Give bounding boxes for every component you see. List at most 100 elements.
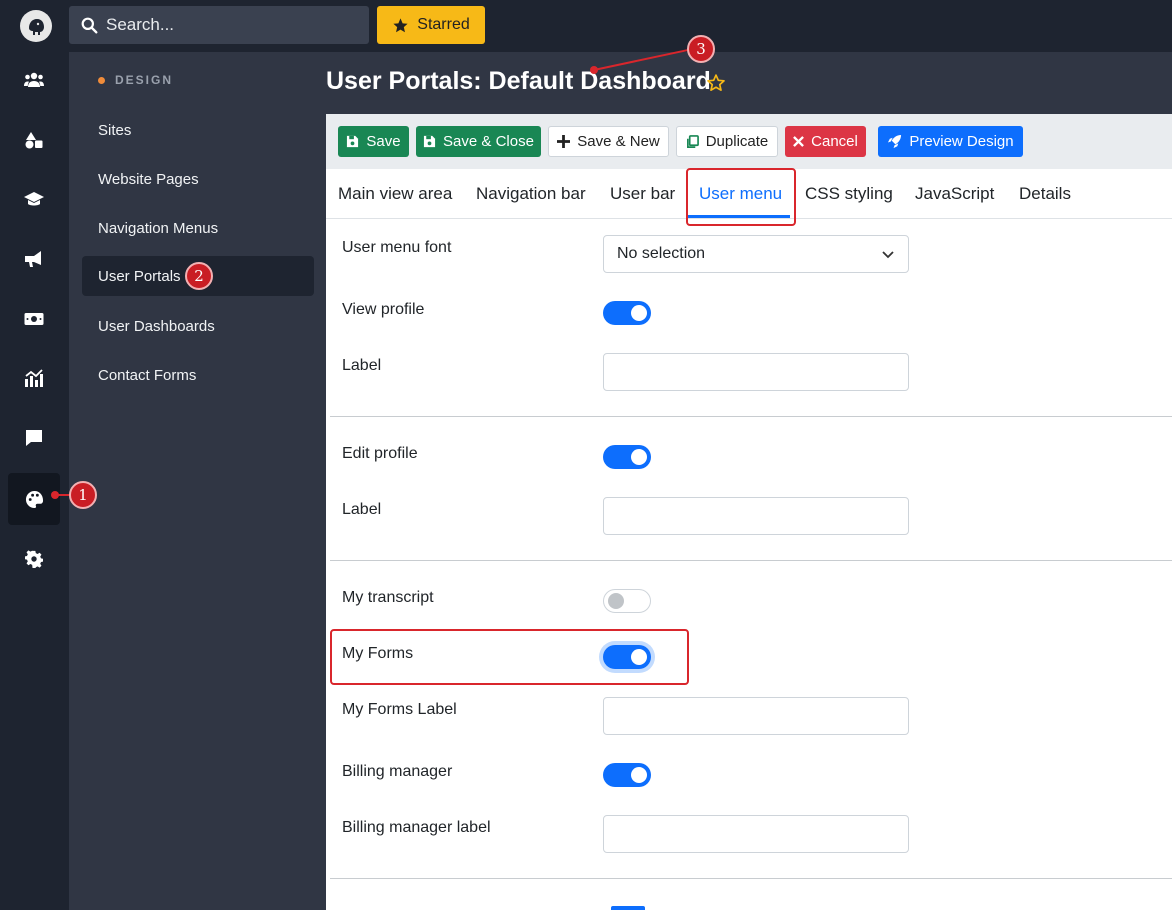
tab-user-bar[interactable]: User bar xyxy=(610,184,675,204)
edit-profile-label-input[interactable] xyxy=(603,497,909,535)
view-profile-toggle[interactable] xyxy=(603,301,651,325)
annotation-box-my-forms xyxy=(330,629,689,685)
search-bar[interactable]: Search... xyxy=(69,6,369,44)
megaphone-icon xyxy=(25,251,41,267)
tab-main-view-area[interactable]: Main view area xyxy=(338,184,452,204)
duplicate-button[interactable]: Duplicate xyxy=(676,126,778,157)
sidebar-item-label: Website Pages xyxy=(98,170,199,188)
sidebar-item-label: Sites xyxy=(98,121,132,139)
billing-manager-label: Billing manager xyxy=(342,763,453,780)
save-close-label: Save & Close xyxy=(443,133,534,150)
favorite-star-button[interactable] xyxy=(706,73,726,98)
floppy-disk-icon xyxy=(347,135,359,148)
plus-icon xyxy=(557,135,571,148)
edit-profile-label-field-label: Label xyxy=(342,501,382,518)
graduation-cap-icon xyxy=(24,192,44,206)
section-divider xyxy=(330,878,1172,879)
billing-manager-label-field-label: Billing manager label xyxy=(342,819,491,836)
section-dot xyxy=(98,76,105,84)
page-header: User Portals: Default Dashboard xyxy=(326,52,1172,114)
sidebar-item-label: Contact Forms xyxy=(98,366,197,384)
annotation-box-user-menu-tab xyxy=(686,168,796,226)
copy-icon xyxy=(686,134,699,148)
billing-manager-label-input[interactable] xyxy=(603,815,909,853)
chevron-down-icon xyxy=(882,251,894,259)
duplicate-label: Duplicate xyxy=(705,133,769,150)
gear-icon xyxy=(25,550,43,568)
section-divider xyxy=(330,416,1172,417)
tab-javascript[interactable]: JavaScript xyxy=(915,184,994,204)
starred-label: Starred xyxy=(417,16,470,33)
palette-icon xyxy=(25,490,43,508)
top-bar: Search... Starred xyxy=(0,0,1172,52)
analytics-chart-icon xyxy=(25,369,43,387)
rail-messages[interactable] xyxy=(8,412,60,464)
money-icon xyxy=(24,313,44,325)
rocket-icon xyxy=(888,134,902,149)
my-transcript-label: My transcript xyxy=(342,589,434,606)
rail-settings[interactable] xyxy=(8,533,60,585)
save-new-button[interactable]: Save & New xyxy=(548,126,669,157)
billing-manager-toggle[interactable] xyxy=(603,763,651,787)
page-title: User Portals: Default Dashboard xyxy=(326,67,711,95)
user-menu-font-select[interactable]: No selection xyxy=(603,235,909,273)
annotation-badge-2: 2 xyxy=(185,262,213,290)
save-label: Save xyxy=(366,133,401,150)
my-forms-label-input[interactable] xyxy=(603,697,909,735)
close-icon xyxy=(793,136,805,147)
user-menu-font-label: User menu font xyxy=(342,239,452,256)
star-outline-icon xyxy=(707,74,725,91)
star-icon xyxy=(393,17,408,32)
sidebar-item-label: User Portals xyxy=(98,267,181,285)
icon-rail xyxy=(0,52,69,910)
chat-icon xyxy=(26,430,42,446)
sidebar-item-contact-forms[interactable]: Contact Forms xyxy=(82,355,314,395)
floppy-disk-icon xyxy=(423,135,436,148)
save-new-label: Save & New xyxy=(577,133,660,150)
shapes-icon xyxy=(25,132,43,149)
annotation-badge-1: 1 xyxy=(69,481,97,509)
my-transcript-toggle[interactable] xyxy=(603,589,651,613)
app-logo[interactable] xyxy=(20,10,52,42)
search-icon xyxy=(81,17,98,33)
annotation-badge-3: 3 xyxy=(687,35,715,63)
my-forms-label-field-label: My Forms Label xyxy=(342,701,457,718)
action-toolbar: Save Save & Close Save & New Duplicate C… xyxy=(326,114,1172,169)
section-divider xyxy=(330,560,1172,561)
sidebar-heading: DESIGN xyxy=(98,73,173,87)
rail-learning[interactable] xyxy=(8,173,60,225)
elephant-logo-icon xyxy=(29,19,44,35)
rail-analytics[interactable] xyxy=(8,352,60,404)
save-button[interactable]: Save xyxy=(338,126,409,157)
sidebar-item-website-pages[interactable]: Website Pages xyxy=(82,159,314,199)
sidebar-item-label: User Dashboards xyxy=(98,317,215,335)
cancel-button[interactable]: Cancel xyxy=(785,126,866,157)
sidebar-heading-label: DESIGN xyxy=(115,73,174,87)
sidebar-item-label: Navigation Menus xyxy=(98,219,219,237)
search-placeholder: Search... xyxy=(106,15,175,34)
rail-marketing[interactable] xyxy=(8,233,60,285)
preview-design-label: Preview Design xyxy=(909,133,1014,150)
select-value: No selection xyxy=(617,245,706,262)
design-sidebar: DESIGN Sites Website Pages Navigation Me… xyxy=(69,52,326,910)
preview-design-button[interactable]: Preview Design xyxy=(878,126,1023,157)
sidebar-item-navigation-menus[interactable]: Navigation Menus xyxy=(82,208,314,248)
sidebar-item-sites[interactable]: Sites xyxy=(82,110,314,150)
edit-profile-toggle[interactable] xyxy=(603,445,651,469)
rail-design[interactable] xyxy=(8,473,60,525)
starred-button[interactable]: Starred xyxy=(377,6,485,44)
tab-details[interactable]: Details xyxy=(1019,184,1071,204)
tab-navigation-bar[interactable]: Navigation bar xyxy=(476,184,586,204)
sidebar-item-user-dashboards[interactable]: User Dashboards xyxy=(82,306,314,346)
cancel-label: Cancel xyxy=(811,133,858,150)
tab-css-styling[interactable]: CSS styling xyxy=(805,184,893,204)
view-profile-label-input[interactable] xyxy=(603,353,909,391)
view-profile-label-field-label: Label xyxy=(342,357,382,374)
rail-users[interactable] xyxy=(8,54,60,106)
view-profile-label: View profile xyxy=(342,301,425,318)
next-toggle-peek[interactable] xyxy=(611,906,645,910)
rail-shapes[interactable] xyxy=(8,114,60,166)
rail-finance[interactable] xyxy=(8,293,60,345)
edit-profile-label: Edit profile xyxy=(342,445,418,462)
save-close-button[interactable]: Save & Close xyxy=(416,126,541,157)
